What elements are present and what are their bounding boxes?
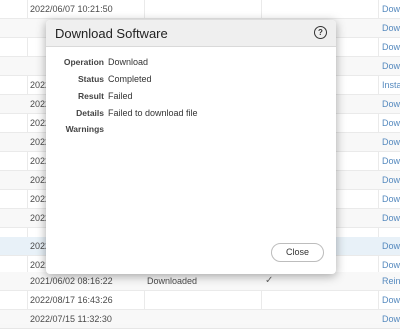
field-warnings: Warnings — [46, 124, 336, 136]
close-button[interactable]: Close — [271, 243, 324, 262]
field-value: Failed to download file — [108, 108, 198, 118]
download-software-dialog: Download Software ? Operation Download S… — [46, 20, 336, 274]
field-label: Details — [76, 108, 104, 118]
field-label: Result — [78, 91, 104, 101]
field-label: Operation — [63, 57, 104, 67]
field-value: Download — [108, 57, 149, 67]
field-result: Result Failed — [46, 91, 336, 103]
field-label: Status — [78, 74, 104, 84]
dialog-title: Download Software — [55, 26, 168, 41]
field-details: Details Failed to download file — [46, 108, 336, 120]
field-value: Failed — [108, 91, 133, 101]
help-icon[interactable]: ? — [314, 26, 327, 39]
field-label: Warnings — [65, 124, 104, 134]
field-value: Completed — [108, 74, 152, 84]
field-operation: Operation Download — [46, 57, 336, 69]
field-status: Status Completed — [46, 74, 336, 86]
dialog-header: Download Software ? — [46, 20, 336, 47]
